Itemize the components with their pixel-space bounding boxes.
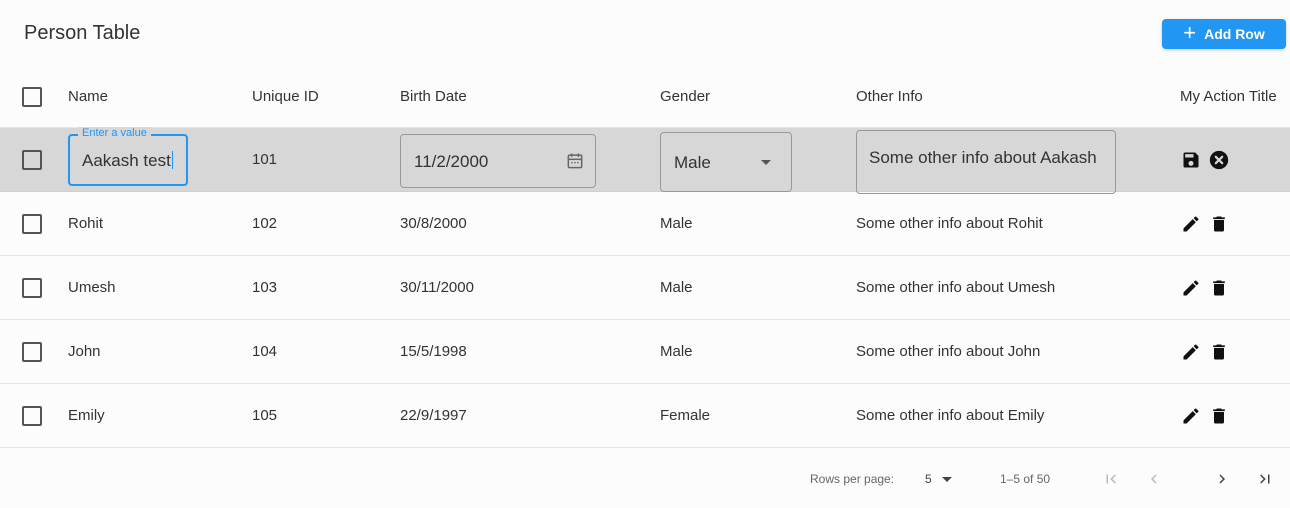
first-page-icon[interactable] [1100, 468, 1122, 490]
edit-icon[interactable] [1180, 341, 1202, 363]
column-header-other-info[interactable]: Other Info [856, 66, 923, 127]
name-cell: Umesh [68, 279, 116, 296]
other-info-input[interactable]: Some other info about Aakash [856, 130, 1116, 194]
column-header-unique-id[interactable]: Unique ID [252, 66, 319, 127]
gender-cell: Male [660, 215, 693, 232]
plus-icon: + [1183, 20, 1197, 45]
edit-icon[interactable] [1180, 405, 1202, 427]
birth-date-cell: 30/11/2000 [400, 279, 474, 296]
next-page-icon[interactable] [1211, 468, 1233, 490]
name-input-value: Aakash test [82, 151, 171, 170]
table-row: John 104 15/5/1998 Male Some other info … [0, 320, 1290, 384]
other-info-cell: Some other info about Rohit [856, 215, 1043, 232]
table-row: Rohit 102 30/8/2000 Male Some other info… [0, 192, 1290, 256]
unique-id-cell: 102 [252, 215, 278, 232]
birth-date-value: 11/2/2000 [414, 152, 489, 171]
column-header-birth-date[interactable]: Birth Date [400, 66, 467, 127]
other-info-value: Some other info about Aakash [869, 148, 1097, 167]
pagination-range: 1–5 of 50 [1000, 472, 1051, 486]
add-row-button[interactable]: + Add Row [1162, 19, 1286, 49]
cancel-icon[interactable] [1208, 149, 1230, 171]
delete-icon[interactable] [1208, 341, 1230, 363]
gender-select[interactable]: Male [660, 132, 792, 192]
add-row-label: Add Row [1204, 26, 1265, 42]
unique-id-cell: 103 [252, 279, 278, 296]
edit-icon[interactable] [1180, 213, 1202, 235]
column-header-name[interactable]: Name [68, 66, 108, 127]
edit-icon[interactable] [1180, 277, 1202, 299]
table-row: Umesh 103 30/11/2000 Male Some other inf… [0, 256, 1290, 320]
name-cell: Emily [68, 407, 105, 424]
name-cell: John [68, 343, 101, 360]
calendar-icon[interactable] [565, 151, 585, 171]
last-page-icon[interactable] [1254, 468, 1276, 490]
delete-icon[interactable] [1208, 277, 1230, 299]
birth-date-cell: 15/5/1998 [400, 343, 467, 360]
gender-cell: Male [660, 343, 693, 360]
other-info-cell: Some other info about Emily [856, 407, 1045, 424]
row-checkbox[interactable] [22, 213, 42, 234]
unique-id-cell: 105 [252, 407, 278, 424]
unique-id-cell: 101 [252, 151, 278, 168]
table-row-editing: Enter a value Aakash test 101 11/2/2000 … [0, 127, 1290, 194]
person-table: Name Unique ID Birth Date Gender Other I… [0, 66, 1290, 448]
table-toolbar: Person Table + Add Row [0, 0, 1290, 66]
text-caret [171, 151, 173, 169]
row-checkbox[interactable] [22, 405, 42, 426]
column-header-actions: My Action Title [1180, 88, 1277, 105]
person-table-page: Person Table + Add Row Name Unique ID Bi… [0, 0, 1290, 508]
table-row: Emily 105 22/9/1997 Female Some other in… [0, 384, 1290, 448]
rows-per-page-select[interactable]: 5 [925, 472, 952, 486]
row-checkbox[interactable] [22, 341, 42, 362]
rows-per-page-label: Rows per page: [810, 472, 895, 486]
name-cell: Rohit [68, 215, 104, 232]
birth-date-input[interactable]: 11/2/2000 [400, 134, 596, 188]
birth-date-cell: 22/9/1997 [400, 407, 467, 424]
birth-date-cell: 30/8/2000 [400, 215, 467, 232]
table-title: Person Table [24, 22, 141, 44]
name-input-label: Enter a value [78, 127, 151, 139]
gender-select-value: Male [674, 153, 711, 172]
gender-cell: Male [660, 279, 693, 296]
select-all-checkbox[interactable] [22, 86, 42, 107]
dropdown-arrow-icon [761, 160, 771, 165]
previous-page-icon[interactable] [1143, 468, 1165, 490]
gender-cell: Female [660, 407, 711, 424]
row-checkbox[interactable] [22, 149, 42, 170]
name-input[interactable]: Enter a value Aakash test [68, 127, 188, 186]
delete-icon[interactable] [1208, 213, 1230, 235]
unique-id-cell: 104 [252, 343, 278, 360]
delete-icon[interactable] [1208, 405, 1230, 427]
other-info-cell: Some other info about Umesh [856, 279, 1056, 296]
table-header-row: Name Unique ID Birth Date Gender Other I… [0, 66, 1290, 128]
dropdown-arrow-icon [941, 476, 952, 482]
column-header-gender[interactable]: Gender [660, 66, 710, 127]
rows-per-page-value: 5 [925, 472, 932, 486]
other-info-cell: Some other info about John [856, 343, 1041, 360]
table-pagination: Rows per page: 5 1–5 of 50 [0, 450, 1290, 506]
row-checkbox[interactable] [22, 277, 42, 298]
save-icon[interactable] [1180, 149, 1202, 171]
